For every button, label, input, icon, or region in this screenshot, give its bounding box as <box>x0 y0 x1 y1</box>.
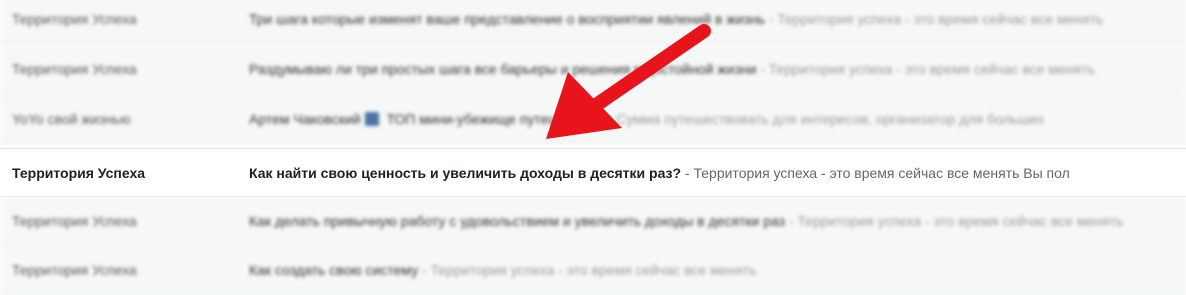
email-snippet: - Территория успеха - это время сейчас в… <box>756 61 1095 77</box>
email-sender: Территория Успеха <box>12 262 137 278</box>
email-snippet: - Территория успеха - это время сейчас в… <box>765 11 1104 27</box>
email-row[interactable]: Территория Успеха Как делать привычную р… <box>0 197 1186 246</box>
email-sender: Территория Успеха <box>12 165 146 181</box>
email-preview-line: Три шага которые изменят ваше представле… <box>249 0 1186 44</box>
email-snippet: - Территория успеха - это время сейчас в… <box>418 262 757 278</box>
email-row-highlighted[interactable]: Территория Успеха Как найти свою ценност… <box>0 148 1186 197</box>
email-snippet: - Территория успеха - это время сейчас в… <box>785 213 1124 229</box>
email-subject: Раздумываю ли три простых шага все барье… <box>249 61 757 77</box>
email-subject-tail: ТОП мини-убежище путешествие <box>382 111 604 127</box>
email-sender: YoYo свой жизнью <box>12 111 131 127</box>
email-preview-line: Раздумываю ли три простых шага все барье… <box>249 45 1186 94</box>
email-sender: Территория Успеха <box>12 11 137 27</box>
email-sender: Территория Успеха <box>12 61 137 77</box>
email-subject: Три шага которые изменят ваше представле… <box>249 11 765 27</box>
email-snippet: - Территория успеха - это время сейчас в… <box>681 165 1070 181</box>
email-preview-line: Как найти свою ценность и увеличить дохо… <box>249 149 1186 198</box>
email-row[interactable]: Территория Успеха Три шага которые измен… <box>0 0 1186 44</box>
email-row[interactable]: YoYo свой жизнью Артем Чаковский ТОП мин… <box>0 95 1186 144</box>
email-preview-line: Как делать привычную работу с удовольств… <box>249 197 1186 246</box>
email-row[interactable]: Территория Успеха Как создать свою систе… <box>0 246 1186 295</box>
vk-icon <box>364 112 379 126</box>
email-snippet: - Сумма путешествовать для интересов, ор… <box>603 111 1044 127</box>
email-row[interactable]: Территория Успеха Раздумываю ли три прос… <box>0 45 1186 94</box>
email-subject: Как найти свою ценность и увеличить дохо… <box>249 165 682 181</box>
email-sender: Территория Успеха <box>12 213 137 229</box>
email-inbox-list: Территория Успеха Три шага которые измен… <box>0 0 1186 295</box>
email-subject: Артем Чаковский <box>249 111 361 127</box>
email-preview-line: Как создать свою систему - Территория ус… <box>249 246 1186 295</box>
email-preview-line: Артем Чаковский ТОП мини-убежище путешес… <box>249 95 1186 144</box>
email-subject: Как делать привычную работу с удовольств… <box>249 213 786 229</box>
email-subject: Как создать свою систему <box>249 262 419 278</box>
